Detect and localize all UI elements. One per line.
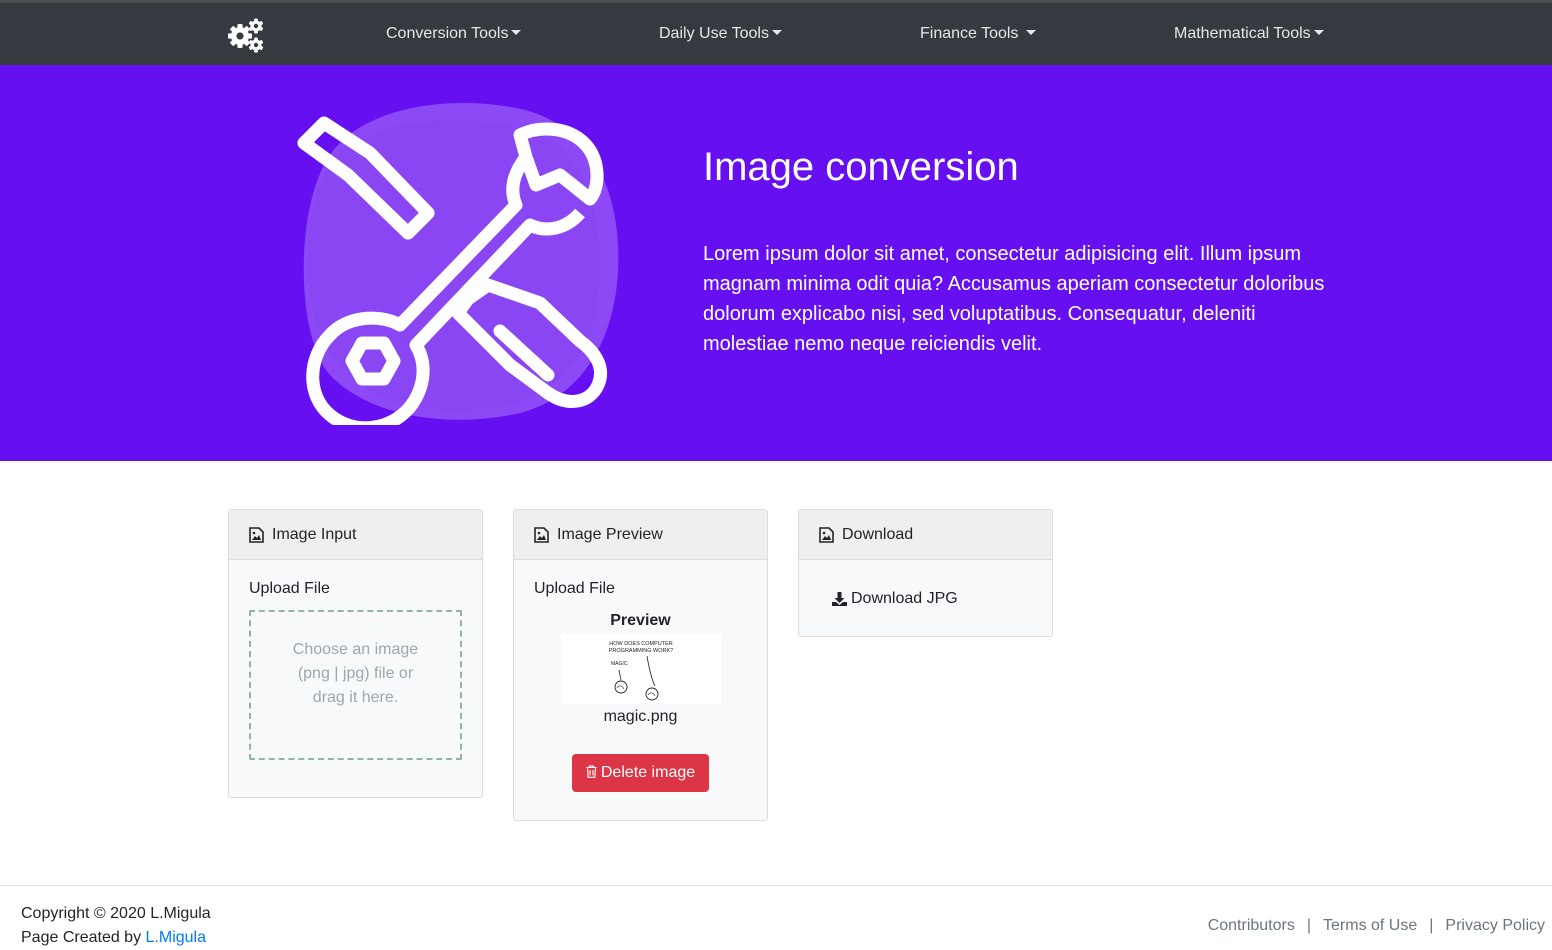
nav-conversion-tools-label: Conversion Tools (386, 25, 509, 42)
comic-caption-line-2: PROGRAMMING WORK? (608, 648, 672, 654)
preview-thumbnail: HOW DOES COMPUTER PROGRAMMING WORK? MAGI… (560, 634, 721, 704)
image-preview-card-title: Image Preview (557, 525, 663, 543)
hero-banner: Image conversion Lorem ipsum dolor sit a… (0, 65, 1552, 461)
top-navbar: Conversion Tools Daily Use Tools Finance… (0, 0, 1552, 65)
comic-speech: MAGIC. (611, 661, 629, 667)
download-card-title: Download (842, 525, 914, 543)
nav-mathematical-tools-label: Mathematical Tools (1174, 25, 1311, 42)
nav-mathematical-tools[interactable]: Mathematical Tools (1174, 3, 1324, 65)
image-input-card: Image Input Upload File Choose an image … (228, 509, 483, 798)
download-card-body: Download JPG (799, 560, 1052, 638)
download-icon (832, 592, 847, 606)
upload-file-label: Upload File (249, 580, 330, 597)
delete-image-button[interactable]: Delete image (572, 754, 709, 792)
created-by-prefix: Page Created by (21, 929, 146, 946)
image-input-card-body: Upload File Choose an image (png | jpg) … (229, 560, 482, 780)
image-file-icon (534, 526, 549, 543)
image-input-card-title: Image Input (272, 525, 357, 543)
nav-daily-use-tools[interactable]: Daily Use Tools (659, 3, 782, 65)
page-title: Image conversion (703, 145, 1019, 189)
author-link[interactable]: L.Migula (146, 929, 206, 946)
hero-description: Lorem ipsum dolor sit amet, consectetur … (703, 243, 1325, 355)
nav-finance-tools[interactable]: Finance Tools (920, 3, 1036, 65)
dropzone-text: Choose an image (png | jpg) file or drag… (292, 641, 419, 706)
delete-image-label: Delete image (600, 764, 696, 781)
image-preview-card-header: Image Preview (514, 510, 767, 560)
footer-links: Contributors | Terms of Use | Privacy Policy (1208, 917, 1545, 935)
wrench-screwdriver-icon (297, 103, 619, 425)
image-preview-card-body: Upload File Preview HOW DOES COMPUTER PR… (514, 560, 767, 828)
image-file-icon (819, 526, 834, 543)
nav-conversion-tools[interactable]: Conversion Tools (386, 3, 522, 65)
download-card: Download Download JPG (798, 509, 1053, 637)
comic-illustration: HOW DOES COMPUTER PROGRAMMING WORK? MAGI… (608, 641, 673, 701)
chevron-down-icon (1313, 30, 1324, 36)
nav-finance-tools-label: Finance Tools (920, 25, 1023, 42)
upload-file-label: Upload File (534, 580, 615, 597)
image-input-card-header: Image Input (229, 510, 482, 560)
footer-separator: | (1306, 917, 1312, 934)
footer-separator: | (1429, 917, 1434, 934)
nav-daily-use-tools-label: Daily Use Tools (659, 25, 769, 42)
created-by: Page Created by L.Migula (21, 929, 206, 947)
page-footer: Copyright © 2020 L.Migula Page Created b… (0, 885, 1552, 950)
gears-logo-icon[interactable] (226, 17, 266, 53)
download-jpg-label: Download JPG (851, 590, 958, 607)
privacy-policy-link[interactable]: Privacy Policy (1445, 917, 1545, 934)
copyright-text: Copyright © 2020 L.Migula (21, 905, 211, 922)
preview-file-name: magic.png (603, 708, 678, 725)
contributors-link[interactable]: Contributors (1208, 917, 1295, 934)
chevron-down-icon (771, 30, 782, 36)
download-jpg-link[interactable]: Download JPG (832, 590, 958, 608)
terms-of-use-link[interactable]: Terms of Use (1323, 917, 1417, 934)
preview-title: Preview (610, 612, 671, 629)
file-dropzone[interactable]: Choose an image (png | jpg) file or drag… (249, 610, 462, 760)
chevron-down-icon (1025, 30, 1036, 36)
trash-icon (586, 765, 597, 778)
image-file-icon (249, 526, 264, 543)
comic-caption-line-1: HOW DOES COMPUTER (609, 641, 673, 647)
download-card-header: Download (799, 510, 1052, 560)
chevron-down-icon (511, 30, 522, 36)
image-preview-card: Image Preview Upload File Preview HOW DO… (513, 509, 768, 821)
